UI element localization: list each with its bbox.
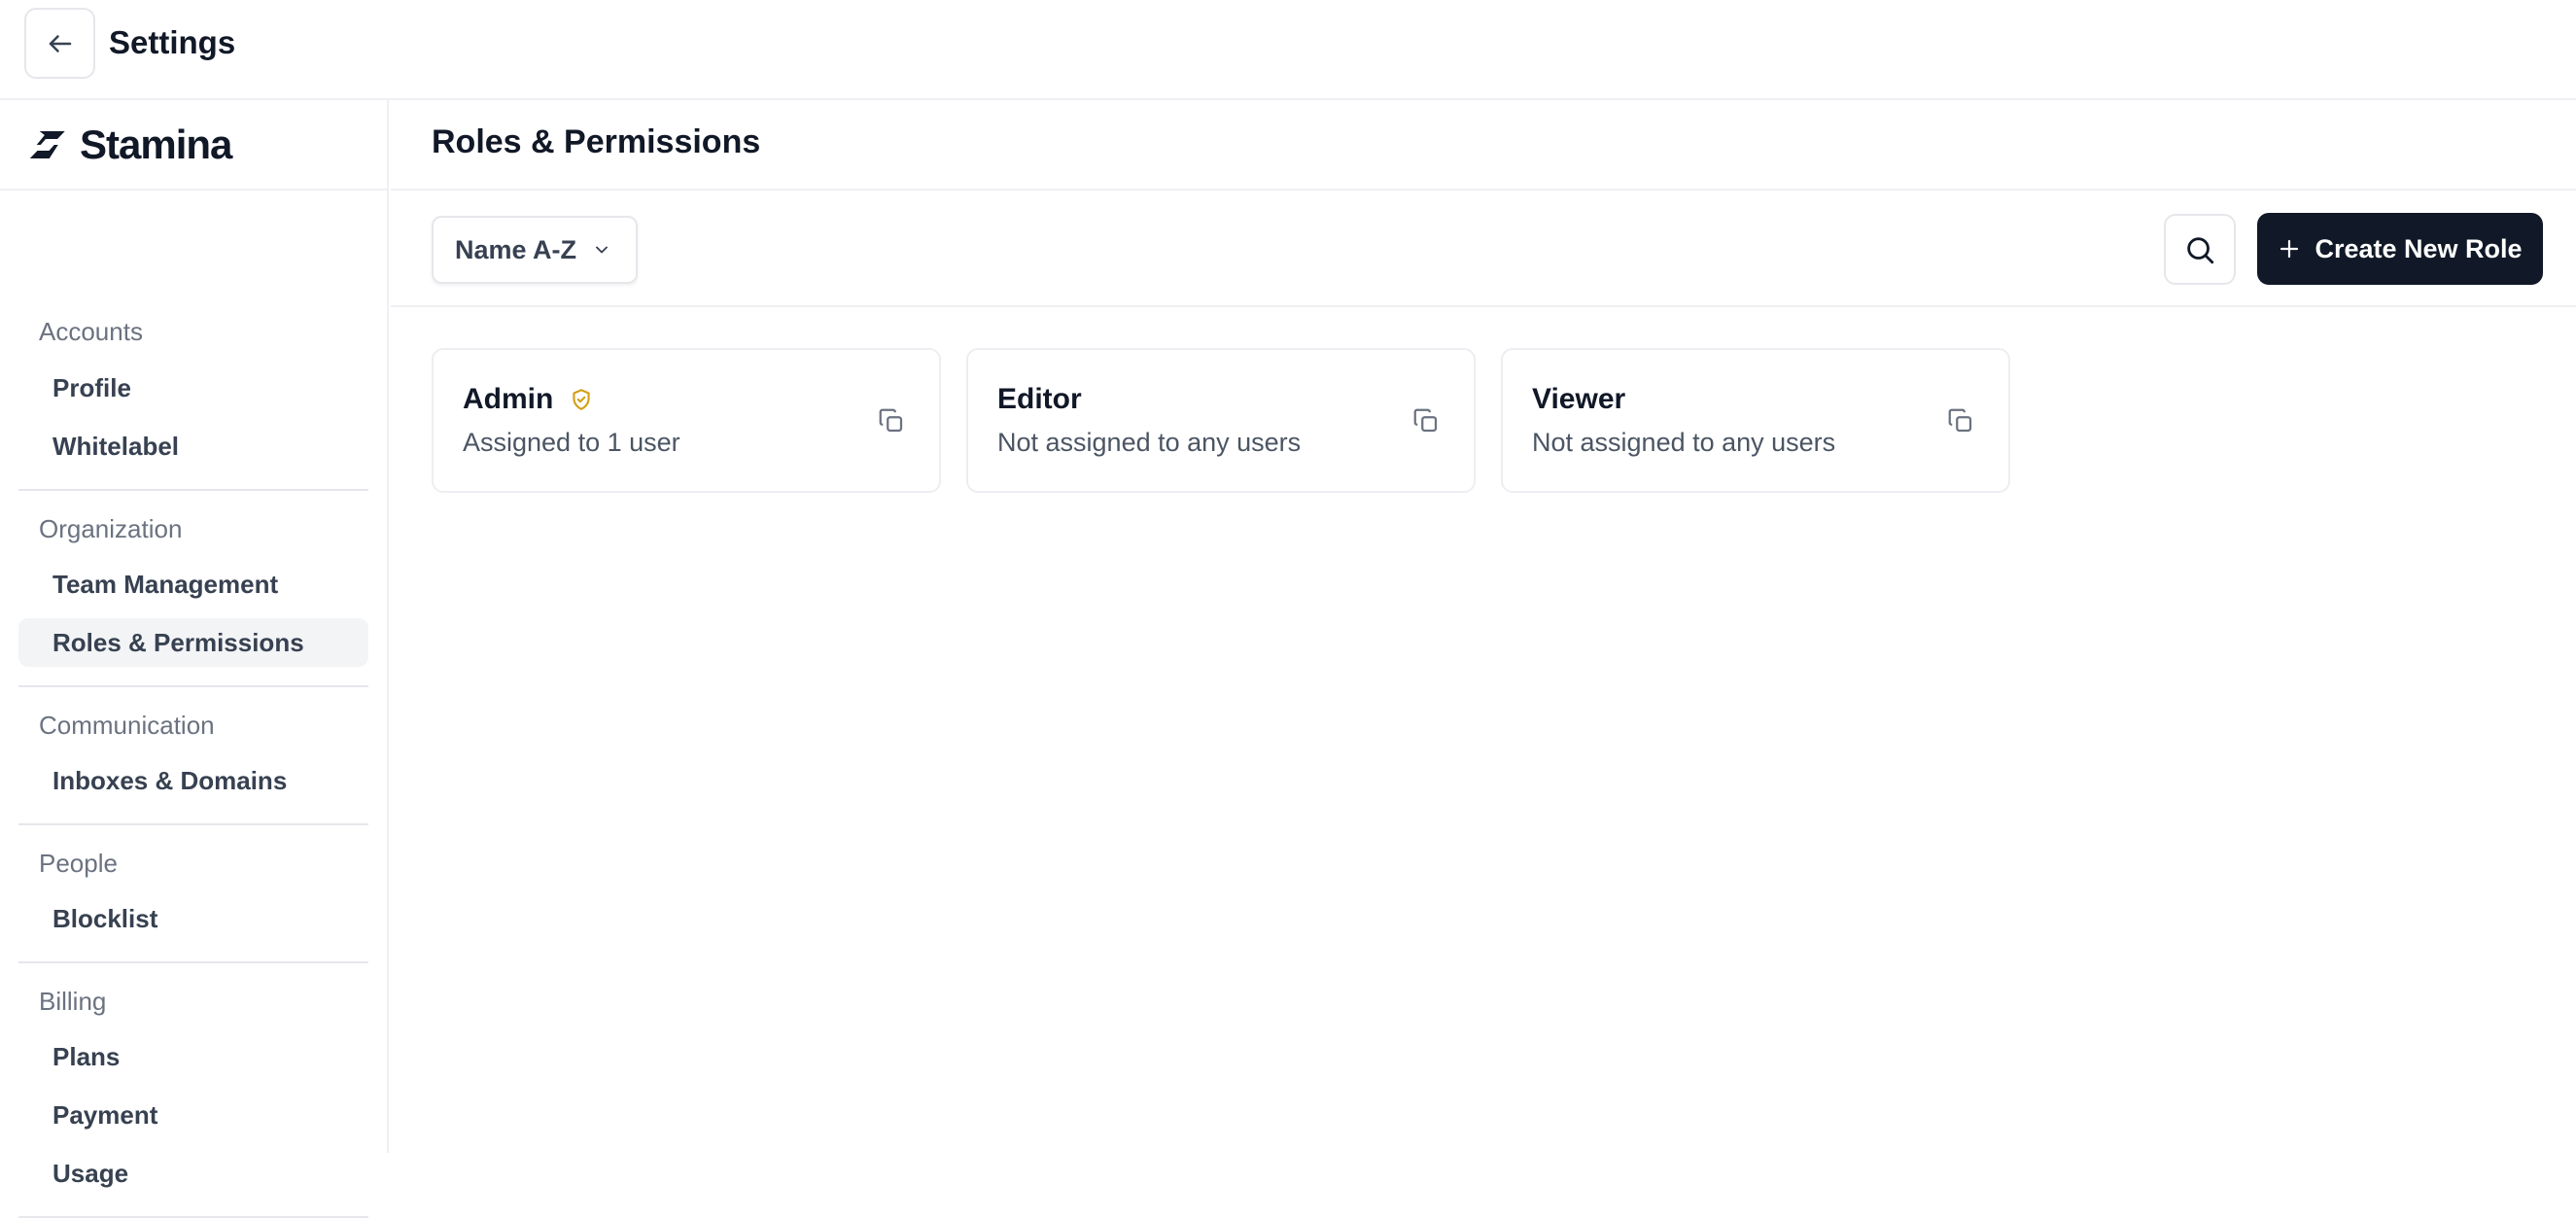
divider [18, 823, 368, 825]
stamina-logo-icon [27, 125, 66, 164]
role-card-editor[interactable]: Editor Not assigned to any users [966, 348, 1476, 493]
create-new-role-button[interactable]: Create New Role [2257, 213, 2543, 285]
copy-icon[interactable] [877, 406, 906, 435]
copy-icon[interactable] [1946, 406, 1975, 435]
section-label-people: People [39, 849, 118, 878]
role-card-viewer[interactable]: Viewer Not assigned to any users [1501, 348, 2010, 493]
role-title: Editor [997, 383, 1082, 416]
sidebar-item-inboxes-domains[interactable]: Inboxes & Domains [18, 756, 368, 805]
sort-value: Name A-Z [455, 234, 577, 264]
content-header: Roles & Permissions [391, 100, 2576, 191]
role-title: Admin [463, 383, 594, 416]
page-title: Settings [109, 24, 236, 60]
arrow-left-icon [46, 29, 75, 58]
role-name: Viewer [1532, 383, 1626, 415]
sidebar-item-roles-permissions[interactable]: Roles & Permissions [18, 618, 368, 667]
role-name: Editor [997, 383, 1082, 415]
brand-name: Stamina [80, 121, 232, 167]
section-label-accounts: Accounts [39, 317, 143, 346]
plus-icon [2278, 237, 2301, 261]
sidebar-item-whitelabel[interactable]: Whitelabel [18, 422, 368, 470]
section-title: Roles & Permissions [432, 123, 761, 160]
shield-check-icon [569, 387, 594, 412]
search-icon [2183, 233, 2216, 266]
sidebar-item-blocklist[interactable]: Blocklist [18, 894, 368, 943]
brand[interactable]: Stamina [0, 100, 387, 191]
sidebar-item-profile[interactable]: Profile [18, 364, 368, 412]
role-name: Admin [463, 383, 554, 415]
sidebar-item-plans[interactable]: Plans [18, 1032, 368, 1081]
role-assignment: Not assigned to any users [997, 428, 1302, 457]
sort-select[interactable]: Name A-Z [432, 216, 638, 284]
divider [18, 489, 368, 491]
section-label-organization: Organization [39, 514, 183, 543]
back-button[interactable] [24, 8, 95, 79]
role-assignment: Not assigned to any users [1532, 428, 1836, 457]
sidebar-item-team-management[interactable]: Team Management [18, 560, 368, 609]
search-button[interactable] [2164, 214, 2236, 285]
sidebar-item-payment[interactable]: Payment [18, 1091, 368, 1139]
sidebar: Stamina Accounts Profile Whitelabel Orga… [0, 100, 389, 1218]
copy-icon[interactable] [1411, 406, 1441, 435]
divider [18, 961, 368, 963]
create-new-role-label: Create New Role [2315, 233, 2523, 263]
chevron-down-icon [592, 240, 611, 260]
section-label-billing: Billing [39, 987, 107, 1016]
role-card-admin[interactable]: Admin Assigned to 1 user [432, 348, 941, 493]
toolbar: Name A-Z Create New Role [391, 191, 2576, 307]
role-assignment: Assigned to 1 user [463, 428, 680, 457]
section-label-communication: Communication [39, 711, 215, 740]
sidebar-item-usage[interactable]: Usage [18, 1149, 368, 1198]
role-title: Viewer [1532, 383, 1625, 416]
divider [18, 685, 368, 687]
top-bar: Settings [0, 0, 2576, 100]
